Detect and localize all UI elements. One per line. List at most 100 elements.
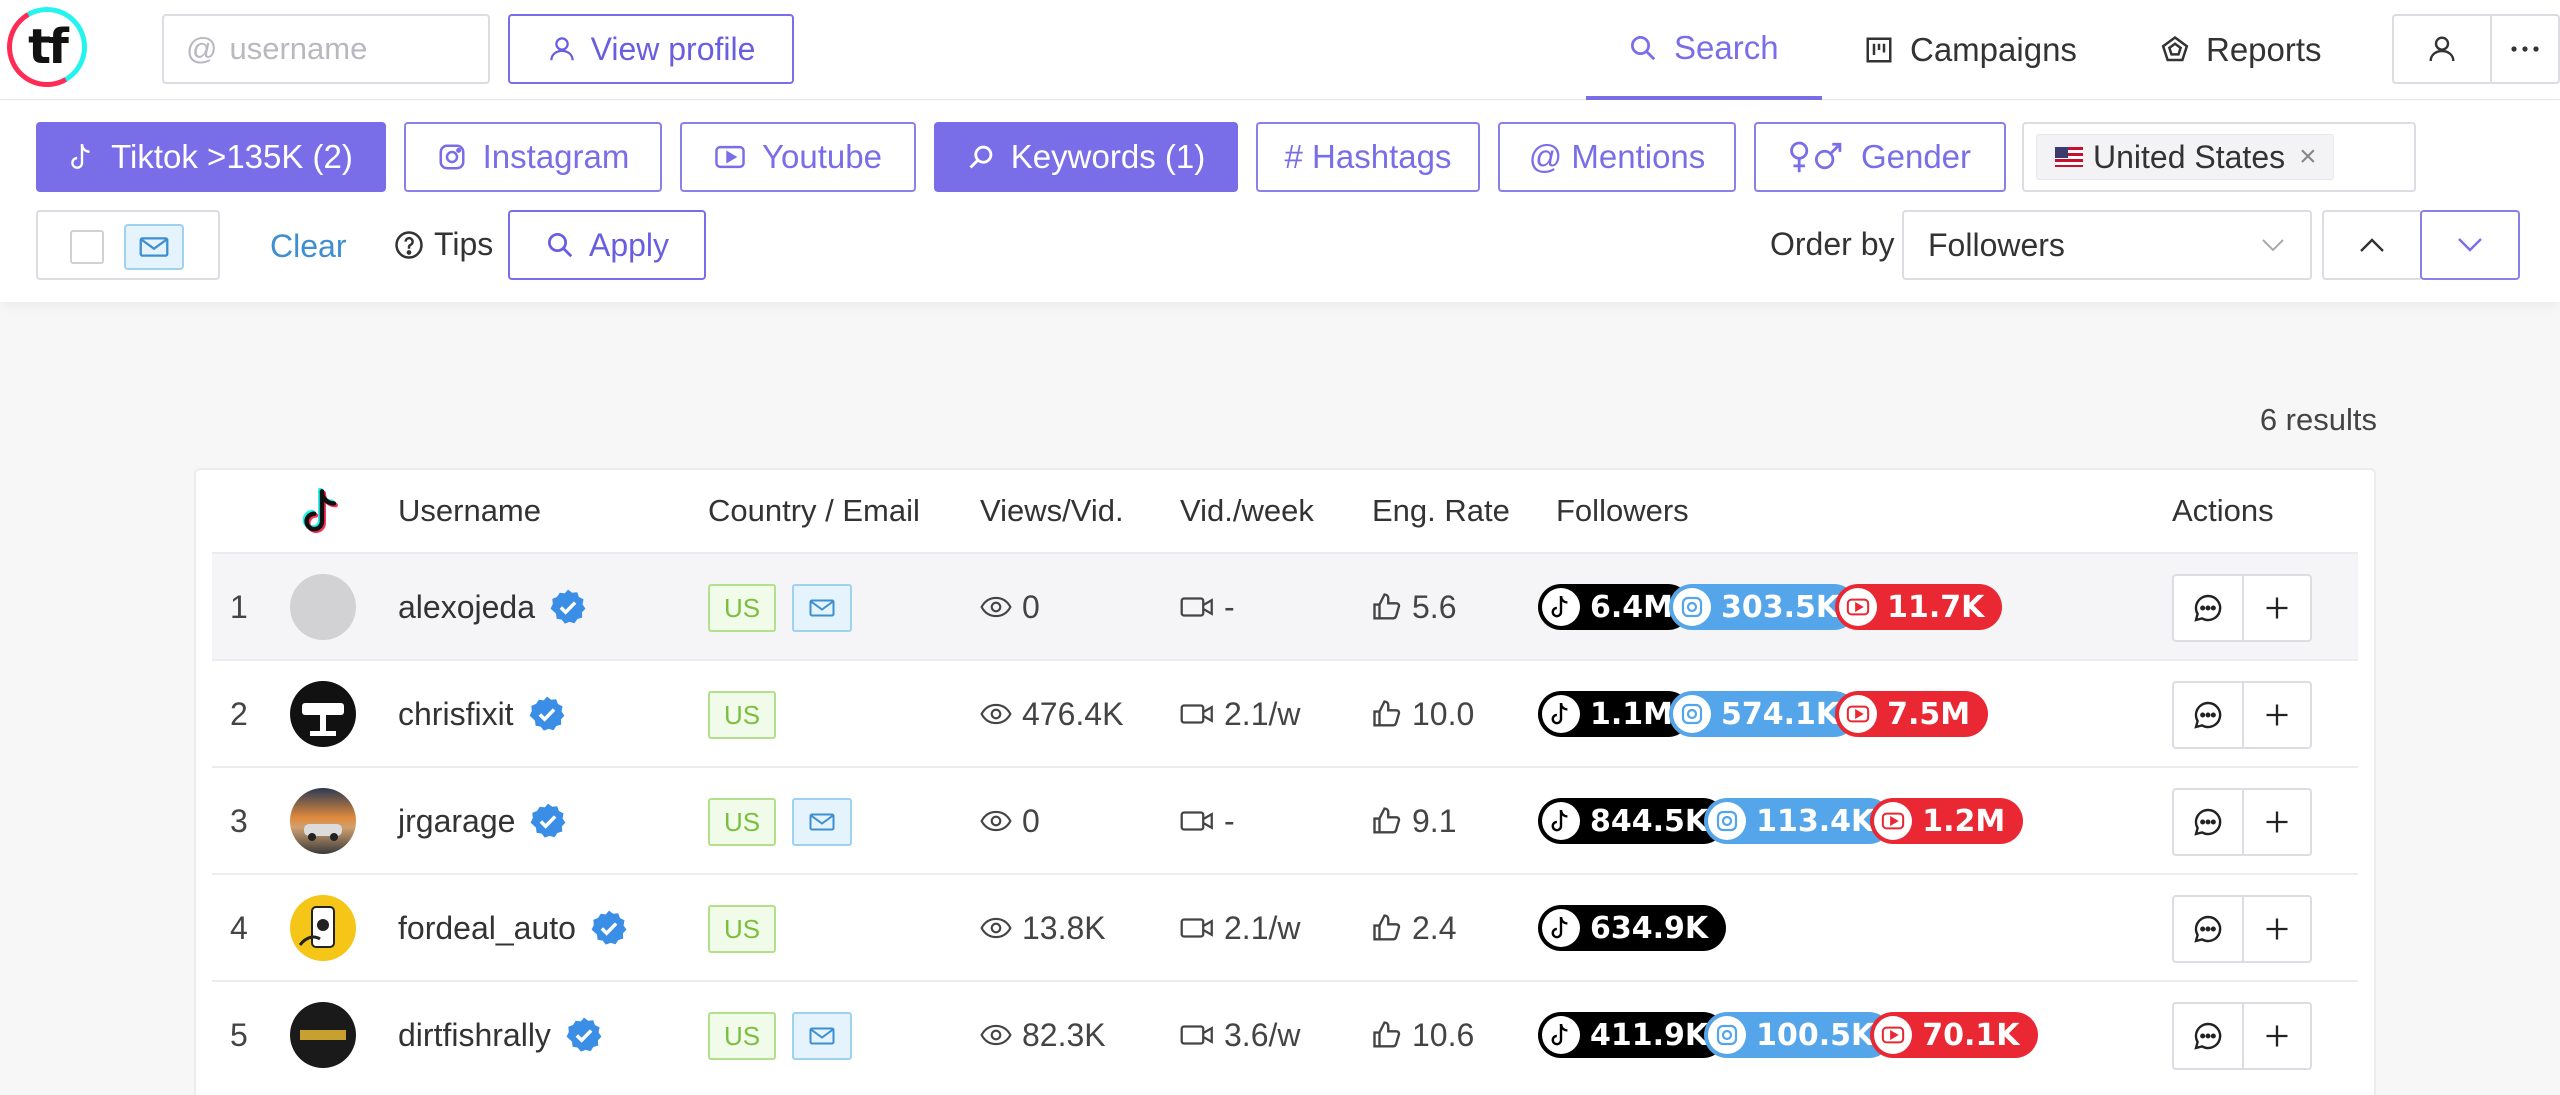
country-select[interactable]: United States × (2022, 122, 2416, 192)
column-username[interactable]: Username (398, 493, 541, 529)
column-videos-per-week[interactable]: Vid./week (1180, 493, 1314, 529)
remove-tag-icon[interactable]: × (2299, 140, 2317, 174)
youtube-followers-pill: 70.1K (1870, 1012, 2038, 1058)
sort-descending-button[interactable] (2420, 210, 2520, 280)
filter-hashtags[interactable]: # Hashtags (1256, 122, 1480, 192)
username-cell[interactable]: dirtfishrally (398, 982, 603, 1088)
message-button[interactable] (2174, 683, 2242, 747)
email-available-icon[interactable] (792, 1012, 852, 1060)
tips-label: Tips (434, 226, 494, 262)
message-button[interactable] (2174, 790, 2242, 854)
filter-keywords-label: Keywords (1) (1010, 138, 1206, 175)
message-button[interactable] (2174, 1004, 2242, 1068)
email-filter-toggle[interactable] (124, 224, 184, 270)
add-button[interactable] (2242, 897, 2310, 961)
us-flag-icon (2055, 147, 2083, 167)
avatar[interactable] (290, 895, 356, 961)
username-cell[interactable]: fordeal_auto (398, 875, 628, 981)
add-button[interactable] (2242, 1004, 2310, 1068)
select-all-checkbox[interactable] (70, 230, 104, 264)
column-views-per-video[interactable]: Views/Vid. (980, 493, 1124, 529)
country-tag[interactable]: United States × (2036, 134, 2334, 180)
filter-tiktok[interactable]: Tiktok >135K (2) (36, 122, 386, 192)
filter-instagram[interactable]: Instagram (404, 122, 662, 192)
username-link[interactable]: dirtfishrally (398, 1017, 551, 1054)
table-row[interactable]: 3 jrgarage US 0 - 9.1 844.5K 113.4K 1.2M (212, 766, 2358, 873)
add-button[interactable] (2242, 576, 2310, 640)
username-link[interactable]: fordeal_auto (398, 910, 576, 947)
add-button[interactable] (2242, 790, 2310, 854)
order-by-select[interactable]: Followers (1902, 210, 2312, 280)
vid-week-cell: 2.1/w (1180, 661, 1300, 767)
country-tag: US (708, 691, 776, 739)
logo[interactable]: tf (7, 7, 87, 87)
instagram-followers-pill: 574.1K (1669, 691, 1858, 737)
vid-week-value: 3.6/w (1224, 1016, 1301, 1053)
username-cell[interactable]: chrisfixit (398, 661, 566, 767)
username-cell[interactable]: jrgarage (398, 768, 567, 874)
username-link[interactable]: alexojeda (398, 589, 535, 626)
row-actions (2172, 574, 2312, 642)
followers-pills: 1.1M 574.1K 7.5M (1538, 691, 1989, 737)
tiktok-followers-value: 411.9K (1590, 1017, 1709, 1053)
nav-campaigns[interactable]: Campaigns (1864, 0, 2077, 100)
username-link[interactable]: jrgarage (398, 803, 515, 840)
row-actions (2172, 895, 2312, 963)
row-rank: 1 (230, 588, 248, 625)
column-followers[interactable]: Followers (1556, 493, 1689, 529)
selection-box (36, 210, 220, 280)
eng-rate-value: 5.6 (1412, 588, 1457, 625)
plus-icon (2263, 1022, 2291, 1050)
tiktok-followers-pill: 844.5K (1538, 798, 1727, 844)
avatar[interactable] (290, 574, 356, 640)
message-button[interactable] (2174, 576, 2242, 640)
country-tag-label: United States (2093, 138, 2286, 175)
username-link[interactable]: chrisfixit (398, 696, 514, 733)
verified-badge-icon (529, 802, 567, 840)
filter-youtube[interactable]: Youtube (680, 122, 916, 192)
email-available-icon[interactable] (792, 798, 852, 846)
views-value: 13.8K (1022, 909, 1106, 946)
order-by-label: Order by (1770, 226, 1895, 262)
email-available-icon[interactable] (792, 584, 852, 632)
column-engagement-rate[interactable]: Eng. Rate (1372, 493, 1510, 529)
avatar[interactable] (290, 788, 356, 854)
account-button[interactable] (2392, 14, 2492, 84)
filter-gender-label: Gender (1860, 138, 1972, 175)
table-row[interactable]: 5 dirtfishrally US 82.3K 3.6/w 10.6 411.… (212, 980, 2358, 1087)
apply-button[interactable]: Apply (508, 210, 706, 280)
more-button[interactable] (2490, 14, 2560, 84)
apply-label: Apply (588, 226, 670, 263)
filter-tiktok-label: Tiktok >135K (2) (111, 138, 353, 175)
filter-mentions-label: @ Mentions (1528, 138, 1706, 175)
sort-ascending-button[interactable] (2322, 210, 2422, 280)
filter-mentions[interactable]: @ Mentions (1498, 122, 1736, 192)
filter-keywords[interactable]: Keywords (1) (934, 122, 1238, 192)
avatar[interactable] (290, 681, 356, 747)
nav-search[interactable]: Search (1586, 0, 1822, 100)
view-profile-button[interactable]: View profile (508, 14, 794, 84)
table-row[interactable]: 1 alexojeda US 0 - 5.6 6.4M 303.5K 11.7K (212, 552, 2358, 659)
views-cell: 0 (980, 554, 1040, 660)
add-button[interactable] (2242, 683, 2310, 747)
table-row[interactable]: 4 fordeal_auto US 13.8K 2.1/w 2.4 634.9K (212, 873, 2358, 980)
tips-button[interactable]: Tips (394, 226, 493, 263)
chat-icon (2192, 592, 2224, 624)
eye-icon (980, 810, 1012, 832)
avatar[interactable] (290, 1002, 356, 1068)
eye-icon (980, 1024, 1012, 1046)
clear-button[interactable]: Clear (270, 228, 346, 265)
username-input[interactable]: @ username (162, 14, 490, 84)
message-button[interactable] (2174, 897, 2242, 961)
nav-reports[interactable]: Reports (2160, 0, 2322, 100)
followers-pills: 634.9K (1538, 905, 1727, 951)
country-tag: US (708, 1012, 776, 1060)
table-row[interactable]: 2 chrisfixit US 476.4K 2.1/w 10.0 1.1M 5… (212, 659, 2358, 766)
tiktok-icon (1542, 909, 1580, 947)
chevron-down-icon (2260, 237, 2286, 253)
filter-gender[interactable]: Gender (1754, 122, 2006, 192)
tiktok-followers-pill: 411.9K (1538, 1012, 1727, 1058)
username-cell[interactable]: alexojeda (398, 554, 587, 660)
column-country-email[interactable]: Country / Email (708, 493, 920, 529)
tiktok-followers-pill: 634.9K (1538, 905, 1727, 951)
